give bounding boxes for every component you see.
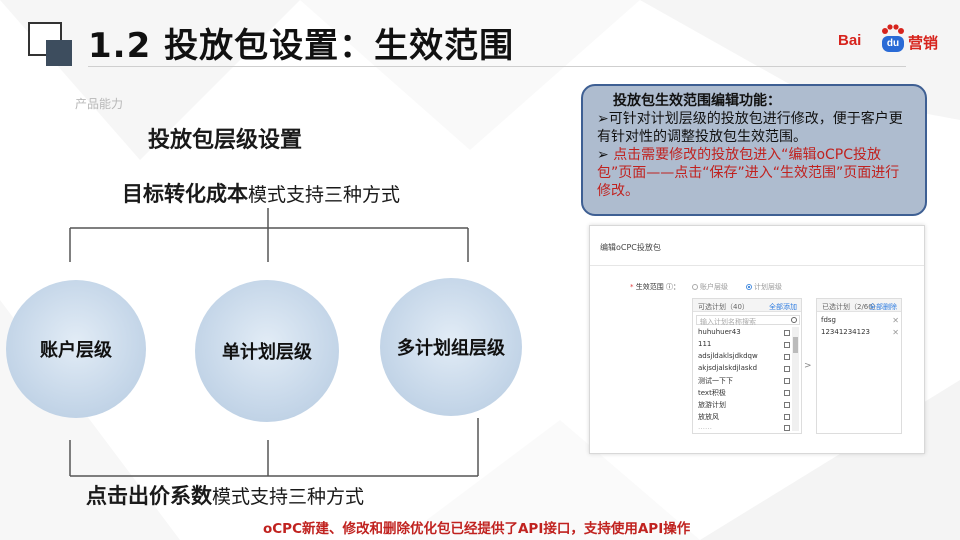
checkbox[interactable] <box>784 330 790 336</box>
list-item[interactable]: 测试一下下 <box>698 376 790 387</box>
list-item[interactable]: 放放风 <box>698 412 790 423</box>
selected-plans-header: 已选计划（2/60） 全部删除 <box>817 299 901 312</box>
scope-label-text: 生效范围 <box>635 283 664 291</box>
checkbox[interactable] <box>784 402 790 408</box>
level-single-plan-circle: 单计划层级 <box>195 280 339 422</box>
close-icon[interactable]: ✕ <box>892 316 899 325</box>
available-plans-header: 可选计划（40） 全部添加 <box>693 299 801 312</box>
checkbox[interactable] <box>784 366 790 372</box>
radio-account-level[interactable]: 账户层级 <box>692 282 728 292</box>
logo-du-text: du <box>882 36 904 52</box>
close-icon[interactable]: ✕ <box>892 328 899 337</box>
list-item-label: huhuhuer43 <box>698 328 741 336</box>
checkbox[interactable] <box>784 390 790 396</box>
top-mode-rest: 模式支持三种方式 <box>248 184 401 206</box>
plan-search-input[interactable]: 输入计划名称搜索 <box>696 315 800 326</box>
list-item-label: 放放风 <box>698 413 719 421</box>
radio-checked-icon <box>746 284 752 290</box>
available-plans-panel: 可选计划（40） 全部添加 输入计划名称搜索 huhuhuer43 111 ad… <box>692 298 802 434</box>
checkbox[interactable] <box>784 425 790 431</box>
list-item[interactable]: 旅游计划 <box>698 400 790 411</box>
callout-bullet-1: ➢可针对计划层级的投放包进行修改，便于客户更有针对性的调整投放包生效范围。 <box>597 110 911 146</box>
selected-item-label: fdsg <box>821 316 836 324</box>
list-scrollbar[interactable] <box>792 327 799 431</box>
list-item-label: 测试一下下 <box>698 377 733 385</box>
radio-plan-level[interactable]: 计划层级 <box>746 282 782 292</box>
selected-item: fdsg ✕ <box>821 316 899 327</box>
bullet-arrow-icon: ➢ <box>597 111 609 127</box>
feature-callout: 投放包生效范围编辑功能： ➢可针对计划层级的投放包进行修改，便于客户更有针对性的… <box>581 84 927 216</box>
list-item[interactable]: huhuhuer43 <box>698 328 790 339</box>
list-item[interactable]: 111 <box>698 340 790 351</box>
remove-all-link[interactable]: 全部删除 <box>869 302 897 312</box>
add-all-link[interactable]: 全部添加 <box>769 302 797 312</box>
level-multi-plan-label: 多计划组层级 <box>397 338 505 359</box>
list-item[interactable]: text积极 <box>698 388 790 399</box>
top-mode-bold: 目标转化成本 <box>122 182 248 206</box>
checkbox[interactable] <box>784 378 790 384</box>
checkbox[interactable] <box>784 414 790 420</box>
list-item-label: 111 <box>698 340 712 348</box>
baidu-marketing-logo: Bai du 营销 <box>838 24 946 56</box>
bullet-arrow-icon: ➢ <box>597 147 609 163</box>
section-subtitle: 投放包层级设置 <box>148 128 303 153</box>
callout-title: 投放包生效范围编辑功能： <box>613 93 781 109</box>
level-multi-plan-circle: 多计划组层级 <box>380 278 522 416</box>
selected-plans-panel: 已选计划（2/60） 全部删除 fdsg ✕ 12341234123 ✕ <box>816 298 902 434</box>
callout-bullet-2-text: 点击需要修改的投放包进入“编辑oCPC投放包”页面——点击“保存”进入“生效范围… <box>597 147 900 199</box>
bottom-mode-caption: 点击出价系数模式支持三种方式 <box>86 480 364 510</box>
edit-ocpc-screenshot: 编辑oCPC投放包 * 生效范围 ⓘ： 账户层级 计划层级 可选计划（40） 全… <box>589 225 925 454</box>
top-mode-caption: 目标转化成本模式支持三种方式 <box>122 178 400 208</box>
level-account-label: 账户层级 <box>40 340 112 361</box>
scope-label: * 生效范围 ⓘ： <box>630 283 680 291</box>
radio-icon <box>692 284 698 290</box>
radio-account-label: 账户层级 <box>700 283 728 291</box>
header-square-filled <box>46 40 72 66</box>
radio-plan-label: 计划层级 <box>754 283 782 291</box>
logo-suffix-text: 营销 <box>908 34 939 52</box>
help-icon: ⓘ： <box>663 283 680 291</box>
logo-bai-text: Bai <box>838 32 862 49</box>
plan-search-placeholder: 输入计划名称搜索 <box>700 318 756 326</box>
callout-bullet-2: ➢ 点击需要修改的投放包进入“编辑oCPC投放包”页面——点击“保存”进入“生效… <box>597 146 911 200</box>
chevron-right-icon: > <box>804 361 812 371</box>
bottom-mode-rest: 模式支持三种方式 <box>212 486 365 508</box>
level-single-plan-label: 单计划层级 <box>222 342 312 363</box>
bottom-mode-bold: 点击出价系数 <box>86 484 212 508</box>
list-item[interactable]: adsjldaklsjdkdqw <box>698 352 790 363</box>
selected-item: 12341234123 ✕ <box>821 328 899 339</box>
list-item-label: adsjldaklsjdkdqw <box>698 352 758 360</box>
header-divider <box>88 66 906 67</box>
list-item[interactable]: akjsdjalskdjlaskd <box>698 364 790 375</box>
list-item-label: akjsdjalskdjlaskd <box>698 364 758 372</box>
search-icon <box>791 317 797 323</box>
list-item-label: 旅游计划 <box>698 401 726 409</box>
scrollbar-thumb[interactable] <box>793 337 798 353</box>
list-item-label: text积极 <box>698 389 726 397</box>
faint-section-label: 产品能力 <box>75 97 124 111</box>
callout-bullet-1-text: 可针对计划层级的投放包进行修改，便于客户更有针对性的调整投放包生效范围。 <box>597 111 903 145</box>
footer-note: oCPC新建、修改和删除优化包已经提供了API接口，支持使用API操作 <box>263 521 691 537</box>
list-item[interactable]: …… <box>698 423 790 434</box>
list-item-label: …… <box>698 423 712 431</box>
checkbox[interactable] <box>784 342 790 348</box>
screenshot-header: 编辑oCPC投放包 <box>590 226 924 266</box>
screenshot-title: 编辑oCPC投放包 <box>600 243 661 252</box>
available-plans-count: 可选计划（40） <box>698 303 749 311</box>
page-title: 1.2 投放包设置：生效范围 <box>88 26 515 66</box>
selected-item-label: 12341234123 <box>821 328 870 336</box>
level-account-circle: 账户层级 <box>6 280 146 418</box>
checkbox[interactable] <box>784 354 790 360</box>
